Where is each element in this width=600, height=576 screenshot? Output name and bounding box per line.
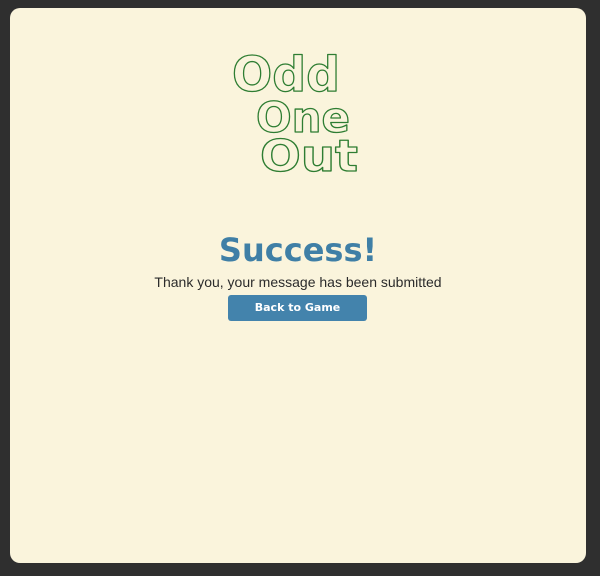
confirmation-message: Thank you, your message has been submitt… [154, 274, 442, 290]
page-title: Success! [218, 231, 378, 269]
success-card: Odd One Out Success! Thank you, your mes… [10, 8, 586, 563]
back-to-game-button[interactable]: Back to Game [228, 295, 367, 321]
logo-graphic: Odd One Out [231, 46, 358, 174]
odd-one-out-logo: Odd One Out [230, 44, 380, 174]
logo-line-out: Out [260, 131, 358, 174]
